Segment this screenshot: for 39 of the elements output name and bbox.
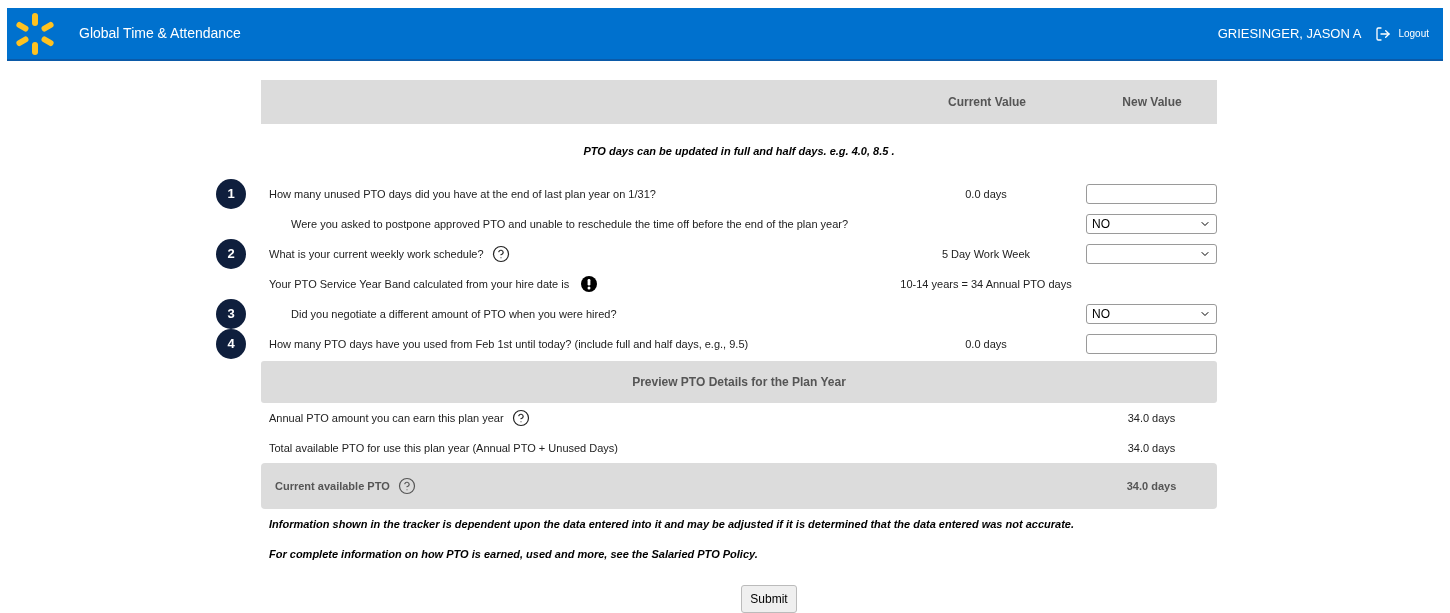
logout-link[interactable]: Logout (1398, 26, 1429, 41)
step-number-badge: 3 (216, 299, 246, 329)
summary-value: 34.0 days (1127, 440, 1176, 456)
question-text: What is your current weekly work schedule? (269, 246, 484, 262)
question-text: How many PTO days have you used from Feb 1st until today? (include full and half days, e.g., 9.5) (269, 336, 749, 352)
help-icon[interactable] (511, 409, 530, 427)
question-text: Your PTO Service Year Band calculated from your hire date is (269, 276, 570, 292)
summary-label: Annual PTO amount you can earn this plan year (269, 410, 504, 426)
current-value: 0.0 days (965, 336, 1007, 352)
summary-label: Total available PTO for use this plan year (Annual PTO + Unused Days) (269, 440, 619, 456)
question-text: How many unused PTO days did you have at the end of last plan year on 1/31? (269, 186, 656, 202)
dropdown[interactable]: NO (1086, 304, 1217, 324)
app-title: Global Time & Attendance (79, 24, 241, 43)
section-header: Preview PTO Details for the Plan Year (261, 361, 1217, 403)
summary-value: 34.0 days (1127, 410, 1176, 426)
current-value: 5 Day Work Week (941, 246, 1031, 262)
submit-button[interactable]: Submit (741, 585, 797, 613)
step-number-badge: 1 (216, 179, 246, 209)
disclaimer-text: For complete information on how PTO is earned, used and more, see the Salaried PTO Policy. (268, 546, 758, 562)
dropdown[interactable]: NO (1086, 214, 1217, 234)
logout-icon[interactable] (1375, 25, 1392, 42)
help-icon[interactable] (491, 245, 510, 263)
step-number-badge: 4 (216, 329, 246, 359)
alert-icon (581, 276, 598, 292)
current-value: 0.0 days (965, 186, 1007, 202)
total-label: Current available PTO (275, 478, 390, 494)
dropdown[interactable] (1086, 244, 1217, 264)
step-number-badge: 2 (216, 239, 246, 269)
disclaimer-text: Information shown in the tracker is dependent upon the data entered into it and may be adjusted if it is determined that the data entered was not accurate. (268, 516, 1074, 532)
table-header: Current Value New Value (261, 80, 1217, 124)
total-value: 34.0 days (1126, 478, 1177, 494)
spark-logo-icon (14, 10, 56, 57)
question-text: Were you asked to postpone approved PTO and unable to reschedule the time off before the end of the plan year? (291, 216, 849, 232)
instruction-note: PTO days can be updated in full and half days. e.g. 4.0, 8.5 . (582, 144, 896, 159)
current-value: 10-14 years = 34 Annual PTO days (900, 276, 1072, 292)
input-field[interactable] (1086, 184, 1217, 204)
user-name: GRIESINGER, JASON A (1217, 24, 1362, 43)
question-text: Did you negotiate a different amount of PTO when you were hired? (291, 306, 617, 322)
input-field[interactable] (1086, 334, 1217, 354)
